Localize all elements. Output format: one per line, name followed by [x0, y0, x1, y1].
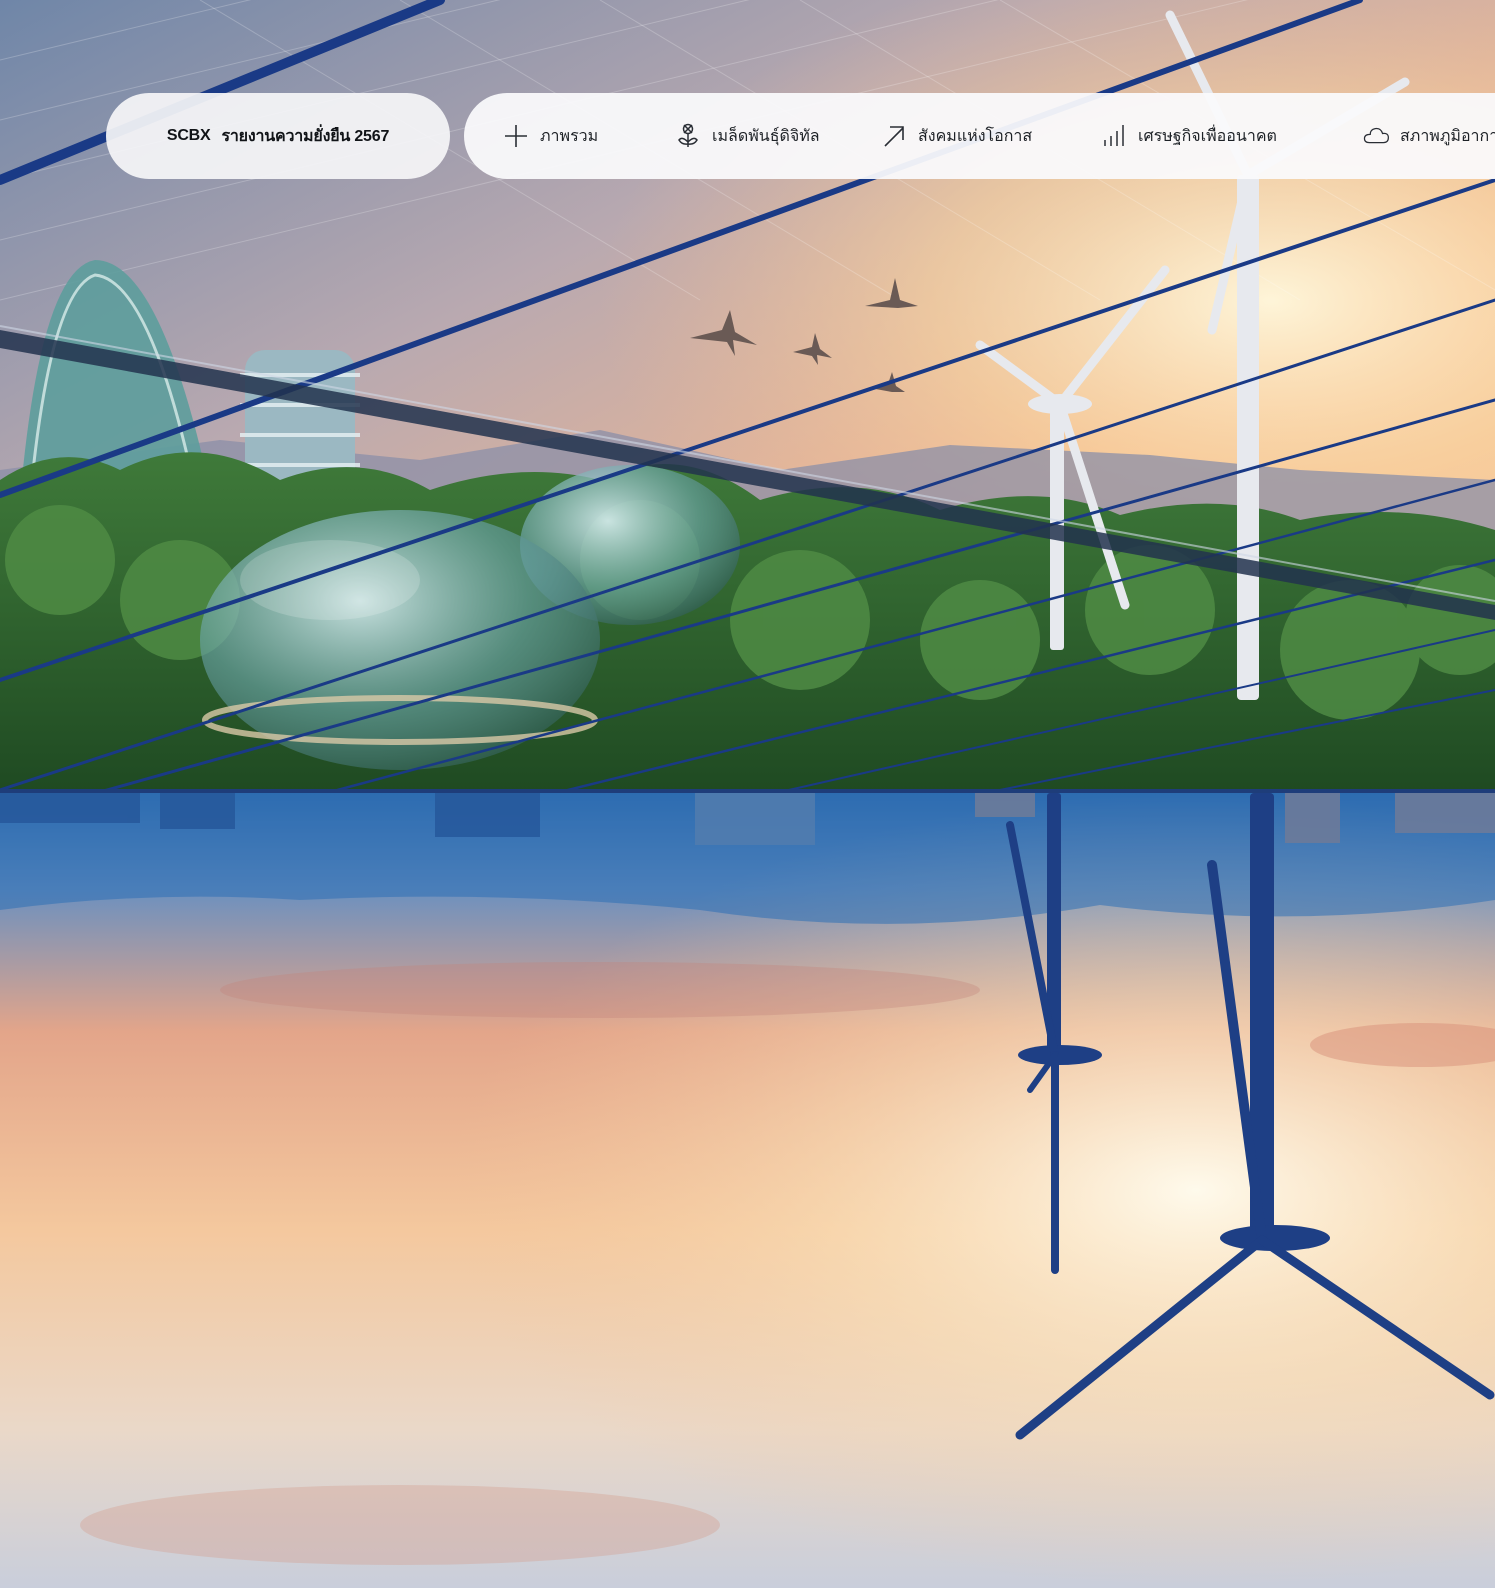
sustainability-report-page: SCBX รายงานความยั่งยืน 2567 ภาพรวม เมล็ด… [0, 0, 1495, 1588]
brand-home-link[interactable]: SCBX รายงานความยั่งยืน 2567 [106, 93, 450, 179]
nav-item-overview[interactable]: ภาพรวม [502, 93, 598, 179]
cloud-icon [1362, 122, 1390, 150]
top-navigation: SCBX รายงานความยั่งยืน 2567 ภาพรวม เมล็ด… [0, 93, 1495, 179]
nav-item-label: ภาพรวม [540, 127, 599, 145]
nav-item-future-economy[interactable]: เศรษฐกิจเพื่ออนาคต [1064, 93, 1320, 179]
plus-icon [502, 122, 530, 150]
brand-logo: SCBX [166, 127, 211, 144]
arrow-up-right-icon [880, 122, 908, 150]
nav-item-label: สังคมแห่งโอกาส [918, 127, 1033, 145]
nav-item-opportunity-society[interactable]: สังคมแห่งโอกาส [880, 93, 1032, 179]
nav-item-digital-seeds[interactable]: เมล็ดพันธุ์ดิจิทัล [674, 93, 820, 179]
hero-image [0, 0, 1495, 1588]
nav-item-label: เศรษฐกิจเพื่ออนาคต [1138, 127, 1277, 145]
nav-item-label: เมล็ดพันธุ์ดิจิทัล [712, 127, 820, 145]
seedling-icon [674, 122, 702, 150]
nav-item-label: สภาพภูมิอากาศ [1400, 127, 1495, 145]
bar-chart-icon [1100, 122, 1128, 150]
section-menu: ภาพรวม เมล็ดพันธุ์ดิจิทัล สังคมแห่งโอกาส… [464, 93, 1495, 179]
report-title: รายงานความยั่งยืน 2567 [221, 127, 390, 145]
nav-item-climate[interactable]: สภาพภูมิอากาศ [1362, 93, 1495, 179]
